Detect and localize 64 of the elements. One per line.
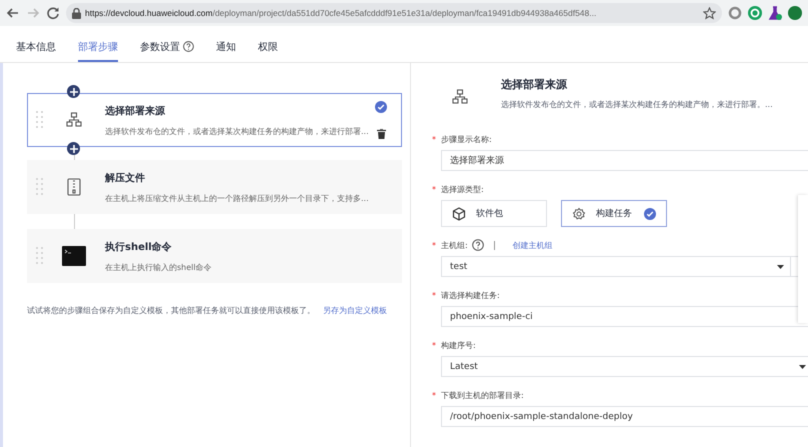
caret-icon — [799, 364, 806, 368]
step-title: 执行shell命令 — [105, 240, 173, 254]
step-card[interactable]: 执行shell命令 在主机上执行输入的shell命令 — [27, 229, 402, 283]
detail-title: 选择部署来源 — [501, 76, 568, 92]
add-icon[interactable] — [67, 85, 80, 98]
tab[interactable]: 权限 — [258, 40, 278, 62]
field-label: 请选择构建任务: — [441, 290, 500, 300]
step-title: 选择部署来源 — [105, 104, 166, 118]
caret-icon — [777, 264, 784, 268]
select-field[interactable]: test — [441, 256, 791, 277]
step-description: 在主机上执行输入的shell命令 — [105, 262, 213, 272]
help-icon[interactable] — [472, 239, 484, 251]
field-label: 步骤显示名称: — [441, 134, 492, 144]
zip-file-icon — [67, 178, 81, 196]
hierarchy-icon — [66, 112, 82, 128]
drag-handle-icon[interactable] — [36, 178, 43, 196]
address-bar[interactable]: https://devcloud.huaweicloud.com/deployman/project/da551dd70cfe45e5afcdddf91e51e31a/deployman/fca19491db944938a465df548... — [66, 3, 722, 23]
hierarchy-icon — [452, 89, 468, 105]
lock-icon — [72, 8, 81, 18]
input-field[interactable]: /root/phoenix-sample-standalone-deploy — [441, 406, 808, 427]
required-mark: * — [432, 390, 437, 400]
drag-handle-icon[interactable] — [36, 247, 43, 265]
required-mark: * — [432, 184, 437, 194]
required-mark: * — [432, 240, 437, 250]
tab[interactable]: 参数设置 — [140, 40, 194, 62]
field-label: 下载到主机的部署目录: — [441, 390, 524, 400]
select-field[interactable]: Latest — [441, 356, 808, 377]
step-card[interactable]: 解压文件 在主机上将压缩文件从主机上的一个路径解压到另外一个目录下，支持多... — [27, 160, 402, 214]
add-icon[interactable] — [67, 142, 80, 155]
extension-icon[interactable] — [788, 6, 802, 20]
step-description: 在主机上将压缩文件从主机上的一个路径解压到另外一个目录下，支持多... — [105, 192, 370, 204]
tab[interactable]: 通知 — [216, 40, 236, 62]
drag-handle-icon[interactable] — [36, 111, 43, 129]
check-circle-icon — [375, 101, 387, 113]
terminal-icon — [62, 246, 86, 266]
create-host-group-link[interactable]: 创建主机组 — [512, 240, 553, 250]
check-circle-icon — [644, 208, 656, 220]
source-type-option[interactable]: 构建任务 — [561, 200, 667, 227]
field-label: 主机组: — [441, 240, 468, 250]
source-type-option[interactable]: 软件包 — [441, 200, 547, 227]
delete-icon[interactable] — [376, 129, 386, 139]
field-label: 构建序号: — [441, 340, 476, 350]
input-field[interactable]: 选择部署来源 — [441, 150, 808, 171]
star-icon[interactable] — [703, 6, 716, 20]
back-icon[interactable] — [6, 6, 20, 20]
step-card[interactable]: 选择部署来源 选择软件发布仓的文件，或者选择某次构建任务的构建产物，来进行部署... — [27, 93, 402, 147]
hint-text: 试试将您的步骤组合保存为自定义模板，其他部署任务就可以直接使用该模板了。 — [27, 306, 315, 315]
circle-icon[interactable] — [728, 6, 742, 20]
input-field[interactable]: phoenix-sample-ci — [441, 306, 808, 327]
extension-icon[interactable] — [748, 6, 762, 20]
detail-description: 选择软件发布仓的文件，或者选择某次构建任务的构建产物，来进行部署。... — [501, 98, 773, 110]
save-template-link[interactable]: 另存为自定义模板 — [323, 306, 387, 315]
required-mark: * — [432, 290, 437, 300]
step-description: 选择软件发布仓的文件，或者选择某次构建任务的构建产物，来进行部署... — [105, 126, 370, 136]
gear-icon — [572, 206, 586, 220]
reload-icon[interactable] — [46, 6, 60, 20]
step-title: 解压文件 — [105, 172, 146, 184]
flask-icon[interactable] — [768, 6, 782, 20]
required-mark: * — [432, 134, 437, 144]
url-text: https://devcloud.huaweicloud.com/deployman/project/da551dd70cfe45e5afcdddf91e51e31a/deployman/fca19491db944938a465df548... — [85, 8, 598, 18]
field-label: 选择源类型: — [441, 184, 484, 194]
tab[interactable]: 基本信息 — [16, 40, 56, 62]
required-mark: * — [432, 340, 437, 350]
cube-icon — [452, 206, 466, 220]
